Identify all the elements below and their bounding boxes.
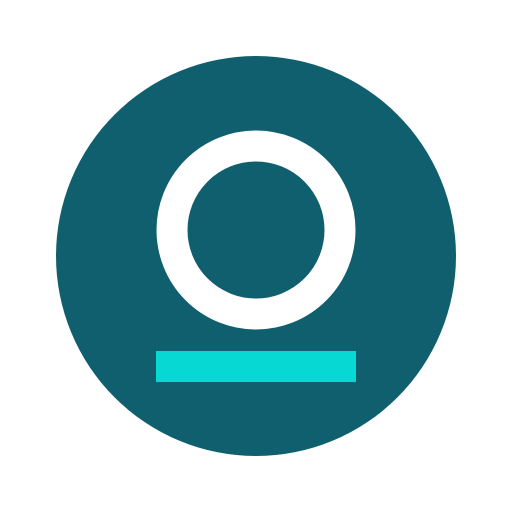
app-logo-icon [56, 56, 456, 456]
logo-bar [156, 351, 356, 382]
logo-disc [56, 56, 456, 456]
app-logo [0, 0, 512, 512]
